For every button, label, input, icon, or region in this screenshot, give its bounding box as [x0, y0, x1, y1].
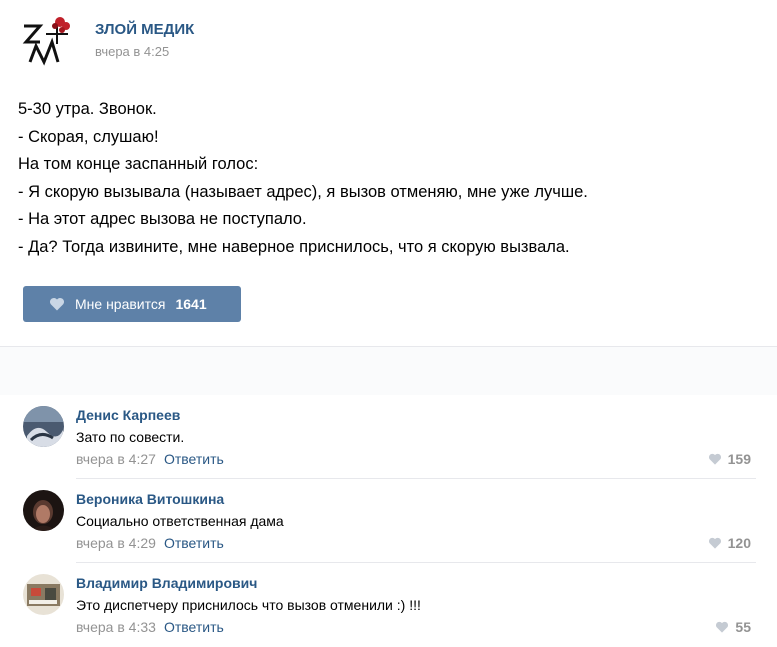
post-time[interactable]: вчера в 4:25: [95, 44, 169, 59]
comments-list: Денис Карпеев Зато по совести. вчера в 4…: [0, 395, 777, 647]
comment-author[interactable]: Вероника Витошкина: [76, 491, 224, 507]
post-line: - Да? Тогда извините, мне наверное присн…: [18, 237, 570, 256]
comment-item: Денис Карпеев Зато по совести. вчера в 4…: [0, 395, 777, 479]
reply-link[interactable]: Ответить: [164, 619, 224, 635]
comment-like-count: 55: [735, 619, 751, 635]
reply-link[interactable]: Ответить: [164, 535, 224, 551]
heart-icon: [708, 453, 721, 465]
comment-author[interactable]: Владимир Владимирович: [76, 575, 257, 591]
comment-meta: вчера в 4:29 Ответить: [76, 535, 224, 551]
post-text: 5-30 утра. Звонок. - Скорая, слушаю! На …: [18, 96, 758, 262]
heart-icon: [49, 297, 65, 311]
comment-time[interactable]: вчера в 4:33: [76, 619, 156, 635]
comment-time[interactable]: вчера в 4:27: [76, 451, 156, 467]
reply-link[interactable]: Ответить: [164, 451, 224, 467]
comment-meta: вчера в 4:33 Ответить: [76, 619, 224, 635]
comment-like-button[interactable]: 159: [708, 451, 751, 467]
comment-text: Социально ответственная дама: [76, 513, 284, 529]
post-line: - Я скорую вызывала (называет адрес), я …: [18, 182, 588, 201]
comments-gap: [0, 347, 777, 395]
post-line: - Скорая, слушаю!: [18, 127, 159, 146]
post: ЗЛОЙ МЕДИК вчера в 4:25 5-30 утра. Звоно…: [0, 0, 777, 346]
zm-logo-icon[interactable]: [18, 12, 74, 68]
heart-icon: [716, 621, 729, 633]
comment-time[interactable]: вчера в 4:29: [76, 535, 156, 551]
comment-item: Владимир Владимирович Это диспетчеру при…: [0, 563, 777, 647]
comment-like-count: 159: [727, 451, 751, 467]
post-author[interactable]: ЗЛОЙ МЕДИК: [95, 21, 194, 38]
avatar[interactable]: [23, 574, 64, 615]
comment-text: Зато по совести.: [76, 429, 185, 445]
like-count: 1641: [175, 296, 207, 312]
comment-item: Вероника Витошкина Социально ответственн…: [0, 479, 777, 563]
avatar[interactable]: [23, 406, 64, 447]
comment-like-button[interactable]: 120: [708, 535, 751, 551]
avatar[interactable]: [23, 490, 64, 531]
like-label: Мне нравится: [75, 296, 166, 312]
post-line: На том конце заспанный голос:: [18, 155, 259, 174]
comment-meta: вчера в 4:27 Ответить: [76, 451, 224, 467]
comment-text: Это диспетчеру приснилось что вызов отме…: [76, 597, 421, 613]
comment-author[interactable]: Денис Карпеев: [76, 407, 180, 423]
heart-icon: [708, 537, 721, 549]
comment-like-count: 120: [727, 535, 751, 551]
post-line: - На этот адрес вызова не поступало.: [18, 210, 307, 229]
like-button[interactable]: Мне нравится 1641: [23, 286, 241, 322]
post-line: 5-30 утра. Звонок.: [18, 100, 157, 118]
comment-like-button[interactable]: 55: [715, 619, 751, 635]
